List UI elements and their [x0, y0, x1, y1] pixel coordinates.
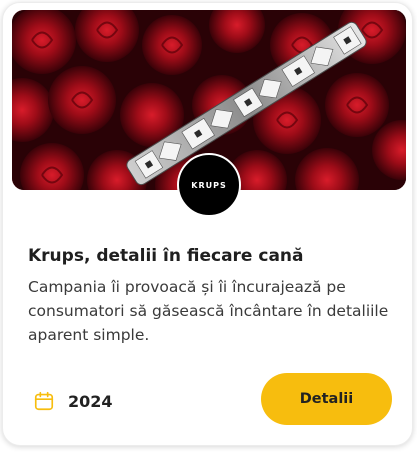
- calendar-icon: [32, 389, 56, 413]
- year-meta: 2024: [32, 387, 113, 415]
- details-button[interactable]: Detalii: [261, 373, 392, 425]
- krups-logo-text: KRUPS: [191, 180, 227, 190]
- card-title: Krups, detalii în fiecare cană: [28, 246, 304, 266]
- project-card: KRUPS Krups, detalii în fiecare cană Cam…: [2, 2, 413, 446]
- year-label: 2024: [68, 391, 113, 411]
- krups-logo-badge: KRUPS: [177, 153, 241, 217]
- card-description: Campania îi provoacă și îi încurajează p…: [28, 278, 389, 344]
